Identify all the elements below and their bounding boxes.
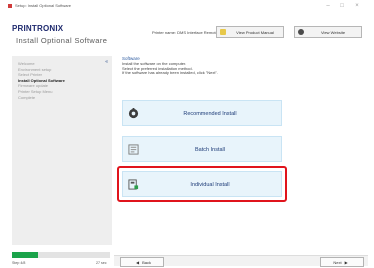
progress-bar-fill (12, 252, 39, 258)
view-product-manual-label: View Product Manual (236, 29, 274, 35)
step-list: Welcome Environment setup Select Printer… (18, 61, 65, 100)
instruction-line: If the software has already been install… (122, 70, 218, 76)
progress-step-label: Step 4/8 (12, 261, 26, 265)
minimize-button[interactable]: – (322, 2, 334, 10)
maximize-button[interactable]: □ (336, 2, 348, 10)
step-sidebar: « Welcome Environment setup Select Print… (12, 56, 112, 245)
close-button[interactable]: × (351, 2, 363, 10)
batch-install-button[interactable]: Batch Install (122, 136, 282, 162)
view-website-button[interactable]: View Website (294, 26, 362, 38)
progress-time-label: 27 sec (96, 261, 107, 265)
website-icon (298, 29, 304, 35)
app-icon (8, 4, 12, 8)
instructions: Install the software on the computer. Se… (122, 61, 218, 76)
printer-model-label: Printer name: DMS Interface Remote (152, 30, 218, 35)
recommended-install-label: Recommended Install (183, 111, 237, 117)
view-website-label: View Website (320, 29, 346, 35)
footer-bar: ◀ Back Next ▶ (114, 255, 368, 267)
collapse-sidebar-icon[interactable]: « (105, 59, 108, 65)
step-item: Complete (18, 94, 36, 100)
back-button[interactable]: ◀ Back (120, 257, 164, 267)
batch-install-icon (128, 144, 139, 155)
manual-icon (220, 29, 226, 35)
progress-bar (12, 252, 110, 258)
batch-install-label: Batch Install (195, 147, 225, 153)
selection-highlight (117, 166, 287, 202)
back-arrow-icon: ◀ (136, 259, 140, 265)
title-bar: Setup: Install Optional Software – □ × (4, 0, 370, 12)
back-button-label: Back (142, 259, 151, 265)
recommended-install-icon (128, 108, 139, 119)
window-title: Setup: Install Optional Software (15, 3, 72, 8)
view-product-manual-button[interactable]: View Product Manual (216, 26, 284, 38)
next-button[interactable]: Next ▶ (320, 257, 364, 267)
main-content: Software Install the software on the com… (114, 56, 374, 252)
page-title: Install Optional Software (16, 36, 108, 45)
brand-logo: PRINTRONIX (12, 24, 64, 33)
installer-window: Setup: Install Optional Software – □ × P… (4, 0, 370, 268)
next-button-label: Next (333, 259, 342, 265)
recommended-install-button[interactable]: Recommended Install (122, 100, 282, 126)
next-arrow-icon: ▶ (344, 259, 348, 265)
